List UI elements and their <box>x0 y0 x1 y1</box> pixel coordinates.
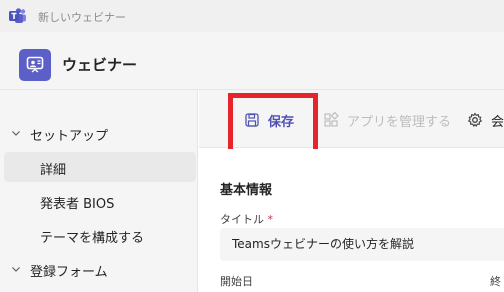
manage-apps-label: アプリを管理する <box>347 114 452 130</box>
start-date-label: 開始日 <box>220 275 253 288</box>
sidebar-item-details[interactable]: 詳細 <box>4 152 196 182</box>
title-input[interactable]: Teamsウェビナーの使い方を解説 <box>220 228 504 261</box>
sidebar-item-label: テーマを構成する <box>40 231 145 246</box>
sidebar-item-label: 詳細 <box>40 163 67 178</box>
sidebar-item-configure-theme[interactable]: テーマを構成する <box>4 220 196 250</box>
app-header: ウェビナー <box>0 32 504 90</box>
apps-icon <box>324 112 339 127</box>
save-button-label: 保存 <box>268 114 295 130</box>
window-titlebar: 新しいウェビナー <box>0 0 504 32</box>
teams-logo-icon <box>9 8 26 23</box>
toolbar: 保存 アプリを管理する 会 <box>199 90 504 148</box>
sidebar-item-label: 発表者 BIOS <box>40 197 115 212</box>
sidebar-group-registration-form[interactable]: 登録フォーム <box>0 254 198 284</box>
gear-icon <box>467 112 483 127</box>
webinar-app-icon <box>19 49 51 81</box>
app-title: ウェビナー <box>62 56 138 74</box>
settings-button[interactable]: 会 <box>467 110 504 130</box>
end-date-label: 終 <box>490 275 501 288</box>
manage-apps-button[interactable]: アプリを管理する <box>323 110 451 130</box>
sidebar-group-label: セットアップ <box>30 129 109 144</box>
chevron-down-icon <box>12 131 20 136</box>
required-mark: * <box>267 213 274 226</box>
sidebar: セットアップ 詳細 発表者 BIOS テーマを構成する 登録フォーム <box>0 90 198 292</box>
main-content: 基本情報 タイトル * Teamsウェビナーの使い方を解説 開始日 終 <box>199 149 504 292</box>
window-title: 新しいウェビナー <box>38 11 126 24</box>
sidebar-item-presenter-bios[interactable]: 発表者 BIOS <box>4 186 196 216</box>
title-label-text: タイトル <box>220 213 264 226</box>
title-field-label: タイトル * <box>220 211 273 227</box>
save-button[interactable]: 保存 <box>244 110 294 130</box>
save-icon <box>245 113 259 127</box>
chevron-down-icon <box>12 267 20 272</box>
sidebar-group-setup[interactable]: セットアップ <box>0 118 198 148</box>
section-title: 基本情報 <box>220 183 273 198</box>
sidebar-group-label: 登録フォーム <box>30 265 108 280</box>
settings-label: 会 <box>491 114 504 130</box>
